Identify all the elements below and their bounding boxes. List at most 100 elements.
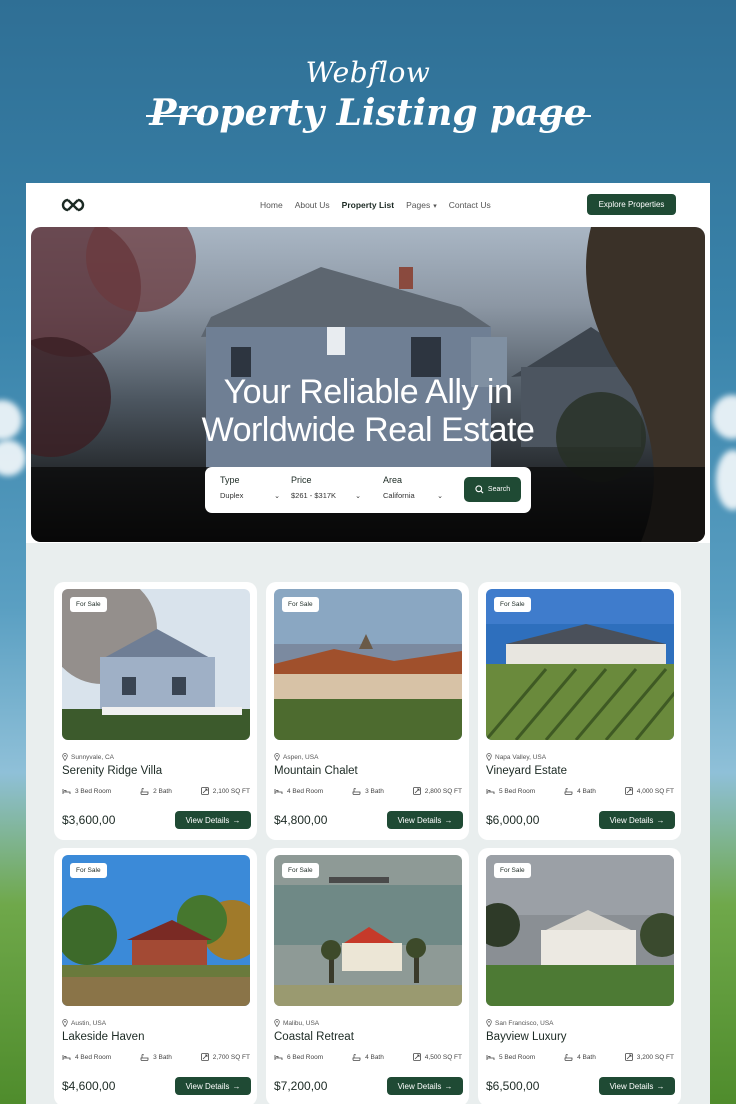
for-sale-badge: For Sale [70,863,107,878]
property-card[interactable]: For Sale San Francisco, USA Bayview Luxu… [478,848,681,1104]
area-icon [624,1053,633,1061]
property-listing-section: For Sale Sunnyvale, CA Serenity Ridge Vi… [26,543,710,1104]
view-details-label: View Details [185,1081,230,1091]
property-name[interactable]: Bayview Luxury [486,1031,567,1043]
promo-divider-right [533,115,591,117]
property-location: Napa Valley, USA [486,753,546,761]
logo-icon[interactable] [59,197,89,213]
view-details-button[interactable]: View Details → [599,1077,675,1095]
bathrooms: 2 Bath [140,787,172,795]
bedrooms-text: 4 Bed Room [287,787,324,795]
area-text: 4,500 SQ FT [424,1053,462,1061]
bath-icon [352,787,361,795]
floor-area: 2,800 SQ FT [412,787,462,795]
bath-icon [140,1053,149,1061]
property-location: San Francisco, USA [486,1019,554,1027]
location-pin-icon [486,1019,492,1027]
bathrooms: 3 Bath [140,1053,172,1061]
explore-properties-button[interactable]: Explore Properties [587,194,676,215]
property-price: $4,800,00 [274,813,328,827]
view-details-button[interactable]: View Details → [175,1077,251,1095]
property-image[interactable]: For Sale [486,855,674,1006]
property-image[interactable]: For Sale [486,589,674,740]
location-text: Sunnyvale, CA [71,753,114,761]
nav-about-us[interactable]: About Us [295,200,330,210]
area-label: Area [383,475,403,485]
price-value: $261 - $317K [291,491,337,500]
property-name[interactable]: Vineyard Estate [486,765,567,777]
area-icon [200,787,209,795]
bathrooms-text: 4 Bath [577,787,596,795]
area-text: 3,200 SQ FT [636,1053,674,1061]
bed-icon [274,1054,283,1060]
property-location: Austin, USA [62,1019,106,1027]
view-details-button[interactable]: View Details → [387,811,463,829]
type-select[interactable]: Type Duplex ⌄ [220,475,280,500]
bedrooms: 6 Bed Room [274,1053,323,1061]
area-select[interactable]: Area California ⌄ [383,475,443,500]
property-card[interactable]: For Sale Malibu, USA Coastal Retreat 6 B… [266,848,469,1104]
chevron-down-icon: ▾ [433,203,437,210]
promo-title: Property Listing page [149,92,587,134]
view-details-label: View Details [397,815,442,825]
search-button[interactable]: Search [464,477,521,502]
property-name[interactable]: Coastal Retreat [274,1031,354,1043]
property-location: Malibu, USA [274,1019,319,1027]
bedrooms-text: 6 Bed Room [287,1053,324,1061]
search-icon [475,485,484,494]
property-card[interactable]: For Sale Napa Valley, USA Vineyard Estat… [478,582,681,840]
property-name[interactable]: Mountain Chalet [274,765,358,777]
search-label: Search [487,486,511,493]
bed-icon [62,1054,71,1060]
floor-area: 4,500 SQ FT [412,1053,462,1061]
price-select[interactable]: Price $261 - $317K ⌄ [291,475,361,500]
cloud-decoration [0,440,26,476]
bathrooms-text: 4 Bath [577,1053,596,1061]
cloud-decoration [712,395,736,439]
property-name[interactable]: Lakeside Haven [62,1031,144,1043]
nav-contact-us[interactable]: Contact Us [449,200,491,210]
property-price: $6,500,00 [486,1079,540,1093]
nav-pages-dropdown[interactable]: Pages ▾ [406,200,437,210]
for-sale-badge: For Sale [282,863,319,878]
property-card[interactable]: For Sale Austin, USA Lakeside Haven 4 Be… [54,848,257,1104]
view-details-button[interactable]: View Details → [175,811,251,829]
type-value: Duplex [220,491,244,500]
property-card[interactable]: For Sale Aspen, USA Mountain Chalet 4 Be… [266,582,469,840]
property-name[interactable]: Serenity Ridge Villa [62,765,162,777]
property-image[interactable]: For Sale [62,589,250,740]
property-image[interactable]: For Sale [274,589,462,740]
bedrooms-text: 5 Bed Room [499,787,536,795]
bed-icon [274,788,283,794]
property-price: $4,600,00 [62,1079,116,1093]
property-image[interactable]: For Sale [274,855,462,1006]
property-card[interactable]: For Sale Sunnyvale, CA Serenity Ridge Vi… [54,582,257,840]
nav-property-list[interactable]: Property List [342,200,394,210]
view-details-button[interactable]: View Details → [599,811,675,829]
bedrooms-text: 3 Bed Room [75,787,112,795]
bathrooms-text: 2 Bath [153,787,172,795]
bathrooms-text: 4 Bath [365,1053,384,1061]
area-icon [624,787,633,795]
property-image[interactable]: For Sale [62,855,250,1006]
nav-home[interactable]: Home [260,200,283,210]
bath-icon [564,1053,573,1061]
location-pin-icon [62,753,68,761]
for-sale-badge: For Sale [494,863,531,878]
price-label: Price [291,475,312,485]
location-pin-icon [274,753,280,761]
view-details-button[interactable]: View Details → [387,1077,463,1095]
property-features: 6 Bed Room 4 Bath 4,500 SQ FT [274,1053,462,1061]
area-value: California [383,491,415,500]
hero-title-line-1: Your Reliable Ally in [223,373,513,411]
area-icon [412,1053,421,1061]
area-text: 2,800 SQ FT [424,787,462,795]
nav-links: Home About Us Property List Pages ▾ Conta… [260,200,491,210]
view-details-label: View Details [609,1081,654,1091]
arrow-right-icon: → [656,1081,665,1091]
property-price: $3,600,00 [62,813,116,827]
type-label: Type [220,475,240,485]
area-text: 4,000 SQ FT [636,787,674,795]
area-icon [200,1053,209,1061]
view-details-label: View Details [185,815,230,825]
